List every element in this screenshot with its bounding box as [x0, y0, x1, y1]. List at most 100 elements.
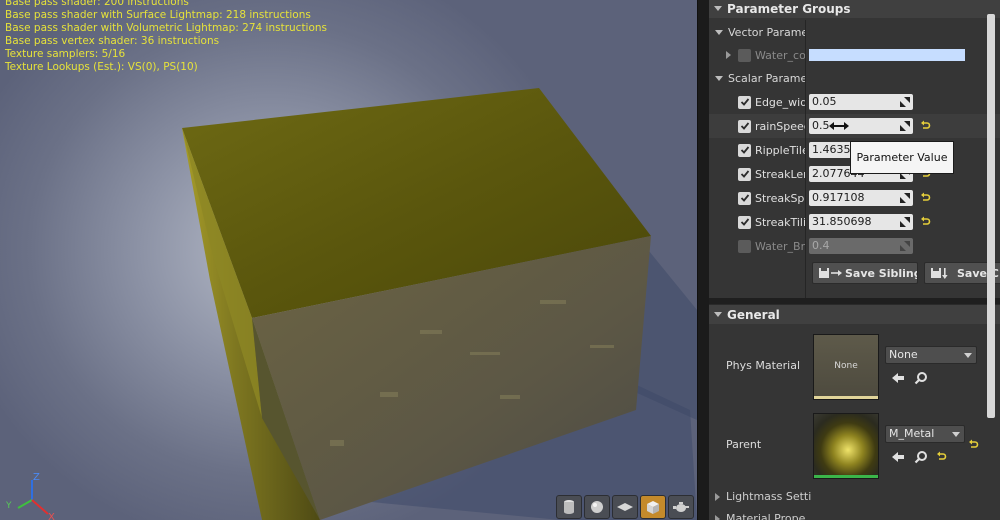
preview-mesh-toolbar — [556, 495, 694, 520]
reset-to-default-icon[interactable] — [935, 451, 947, 463]
checkmark-icon — [740, 146, 749, 154]
param-value: 0.5 — [812, 119, 830, 132]
details-scrollbar[interactable] — [987, 14, 995, 418]
chevron-down-icon — [714, 312, 722, 317]
scalar-group-label: Scalar Parame — [728, 71, 805, 85]
axis-y-label: Y — [5, 501, 12, 511]
param-name: Water_col — [755, 48, 805, 62]
material-preview-viewport[interactable]: Base pass shader: 200 instructions Base … — [0, 0, 697, 520]
axis-x-label: X — [48, 512, 55, 520]
chevron-down-icon — [715, 29, 723, 35]
param-enable-checkbox[interactable] — [738, 167, 751, 181]
parameter-groups-header[interactable]: Parameter Groups — [709, 0, 1000, 18]
drag-handle-icon[interactable] — [900, 193, 910, 203]
reset-to-default-icon[interactable] — [919, 216, 931, 228]
param-row-water-brightness: Water_Bri 0.4 — [709, 234, 1000, 258]
preview-cube-mesh — [182, 88, 697, 520]
phys-material-label: Phys Material — [726, 359, 801, 372]
shader-stats-overlay: Base pass shader: 200 instructions Base … — [5, 0, 327, 74]
vector-parameter-group[interactable]: Vector Parame — [709, 20, 1000, 44]
stat-line: Base pass shader with Volumetric Lightma… — [5, 22, 328, 34]
save-sibling-label: Save Sibling — [845, 266, 918, 280]
details-panel: Parameter Groups Vector Parame Water_col… — [709, 0, 1000, 520]
stat-line: Base pass shader with Surface Lightmap: … — [5, 9, 311, 21]
preview-cube-button[interactable] — [640, 495, 666, 519]
param-enable-checkbox[interactable] — [738, 119, 751, 133]
general-header[interactable]: General — [709, 304, 1000, 324]
axis-gizmo-icon: Z X Y — [5, 472, 55, 520]
stat-line: Texture samplers: 5/16 — [5, 48, 126, 60]
checkmark-icon — [740, 194, 749, 202]
general-title: General — [727, 307, 780, 322]
tooltip-text: Parameter Value — [856, 151, 948, 164]
reset-to-default-icon[interactable] — [967, 439, 979, 451]
param-enable-checkbox[interactable] — [738, 48, 751, 62]
param-name: StreakTilin — [755, 215, 805, 229]
parent-material-thumbnail[interactable] — [813, 413, 879, 479]
preview-cylinder-button[interactable] — [556, 495, 582, 519]
parent-material-dropdown[interactable]: M_Metal — [885, 425, 965, 443]
phys-material-thumbnail[interactable]: None — [813, 334, 879, 400]
param-row-streak-tiling: StreakTilin 31.850698 — [709, 210, 1000, 234]
drag-handle-icon[interactable] — [900, 241, 910, 251]
material-properties-label: Material Prope — [726, 512, 806, 520]
reset-to-default-icon[interactable] — [919, 120, 931, 132]
param-value: 0.4 — [812, 239, 830, 252]
param-value-field[interactable]: 0.5 — [809, 118, 913, 134]
checkmark-icon — [740, 170, 749, 178]
drag-handle-icon[interactable] — [900, 121, 910, 131]
drag-handle-icon[interactable] — [900, 217, 910, 227]
parent-material-value: M_Metal — [889, 427, 935, 440]
param-enable-checkbox[interactable] — [738, 143, 751, 157]
param-row-streak-speed: StreakSpe 0.917108 — [709, 186, 1000, 210]
param-enable-checkbox[interactable] — [738, 215, 751, 229]
param-name: Edge_widt — [755, 95, 805, 109]
preview-sphere-button[interactable] — [584, 495, 610, 519]
chevron-right-icon[interactable] — [726, 51, 731, 59]
param-value-field[interactable]: 0.05 — [809, 94, 913, 110]
water-color-swatch[interactable] — [809, 49, 965, 61]
chevron-right-icon — [715, 492, 720, 501]
reset-to-default-icon[interactable] — [919, 192, 931, 204]
cylinder-icon — [564, 500, 574, 514]
material-properties-category[interactable]: Material Prope — [715, 512, 805, 520]
param-row-rain-speed: rainSpeed 0.5 — [709, 114, 1000, 138]
use-selected-arrow-icon[interactable] — [891, 450, 905, 464]
drag-handle-icon[interactable] — [900, 97, 910, 107]
thumbnail-none-text: None — [834, 361, 858, 371]
lightmass-settings-category[interactable]: Lightmass Setti — [715, 490, 811, 503]
param-value-field[interactable]: 0.4 — [809, 238, 913, 254]
axis-z-label: Z — [33, 472, 40, 483]
browse-search-icon[interactable] — [914, 450, 928, 464]
preview-teapot-button[interactable] — [668, 495, 694, 519]
parent-label: Parent — [726, 438, 762, 451]
lightmass-settings-label: Lightmass Setti — [726, 490, 812, 503]
param-name: rainSpeed — [755, 119, 805, 133]
sphere-icon — [591, 501, 603, 513]
chevron-down-icon — [964, 353, 972, 358]
save-icon — [819, 268, 842, 278]
param-row-water-col: Water_col — [709, 43, 1000, 67]
param-value-field[interactable]: 31.850698 — [809, 214, 913, 230]
chevron-right-icon — [715, 514, 720, 520]
stat-line: Base pass shader: 200 instructions — [5, 0, 189, 8]
checkmark-icon — [740, 98, 749, 106]
phys-material-dropdown[interactable]: None — [885, 346, 977, 364]
parameter-value-tooltip: Parameter Value — [850, 141, 954, 174]
scalar-parameter-group[interactable]: Scalar Parame — [709, 66, 1000, 90]
param-value-field[interactable]: 0.917108 — [809, 190, 913, 206]
vector-group-label: Vector Parame — [728, 25, 805, 39]
param-enable-checkbox[interactable] — [738, 239, 751, 253]
param-enable-checkbox[interactable] — [738, 95, 751, 109]
use-selected-arrow-icon[interactable] — [891, 371, 905, 385]
param-value: 31.850698 — [812, 215, 872, 228]
viewport-details-splitter[interactable] — [697, 0, 709, 520]
parameter-groups-title: Parameter Groups — [727, 1, 851, 16]
preview-plane-button[interactable] — [612, 495, 638, 519]
stat-line: Base pass vertex shader: 36 instructions — [5, 35, 220, 47]
param-row-edge-width: Edge_widt 0.05 — [709, 90, 1000, 114]
checkmark-icon — [740, 122, 749, 130]
param-enable-checkbox[interactable] — [738, 191, 751, 205]
save-sibling-button[interactable]: Save Sibling — [812, 262, 918, 284]
browse-search-icon[interactable] — [914, 371, 928, 385]
